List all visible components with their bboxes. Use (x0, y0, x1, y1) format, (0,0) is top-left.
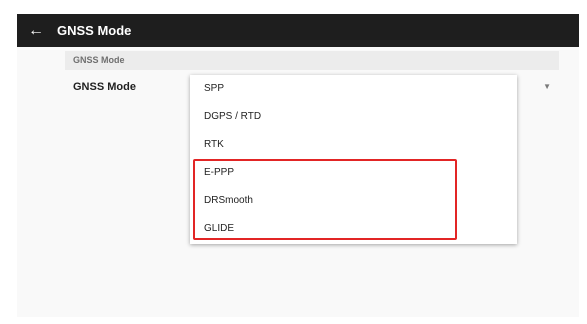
option-label: DRSmooth (204, 195, 253, 206)
dropdown-option-rtk[interactable]: RTK (190, 131, 517, 159)
option-label: SPP (204, 83, 225, 94)
arrow-left-icon: ← (28, 21, 44, 39)
dropdown-option-dgps-rtd[interactable]: DGPS / RTD (190, 103, 517, 131)
option-label: RTK (204, 139, 224, 150)
triangle-down-icon[interactable]: ▼ (543, 70, 551, 104)
gnss-mode-dropdown: SPP DGPS / RTD RTK E-PPP DRSmooth GLIDE (190, 75, 517, 244)
preference-label: GNSS Mode (73, 81, 136, 93)
section-header: GNSS Mode (65, 51, 559, 70)
option-label: GLIDE (204, 223, 235, 234)
dropdown-option-spp[interactable]: SPP (190, 75, 517, 103)
page-title: GNSS Mode (57, 23, 132, 38)
option-label: E-PPP (204, 167, 235, 178)
dropdown-option-e-ppp[interactable]: E-PPP (190, 159, 517, 187)
back-button[interactable]: ← (25, 14, 47, 47)
option-label: DGPS / RTD (204, 111, 262, 122)
app-bar: ← GNSS Mode (17, 14, 579, 47)
dropdown-option-glide[interactable]: GLIDE (190, 215, 517, 243)
section-header-label: GNSS Mode (73, 55, 125, 65)
dropdown-option-drsmooth[interactable]: DRSmooth (190, 187, 517, 215)
